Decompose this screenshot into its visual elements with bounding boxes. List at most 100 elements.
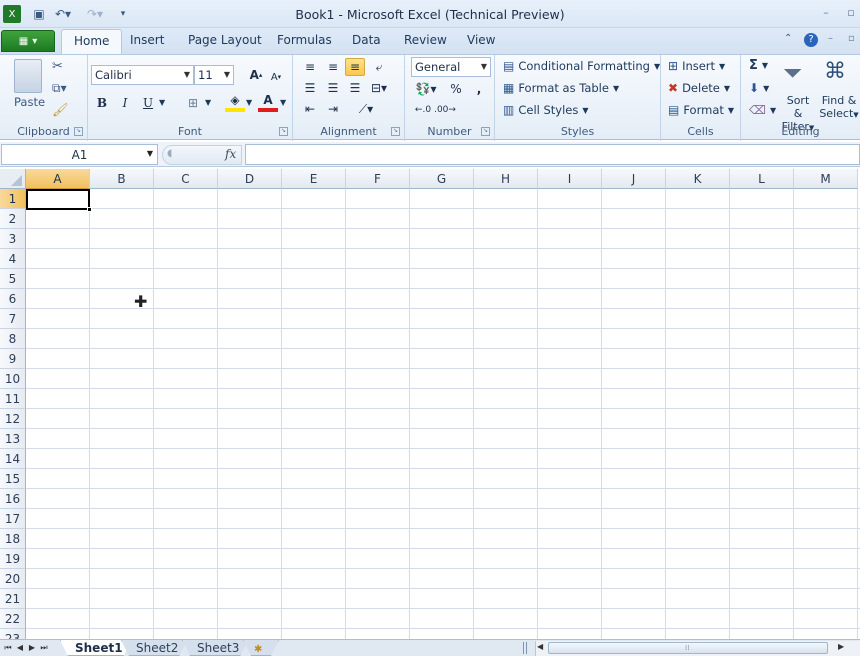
clipboard-launcher-icon[interactable]: ↘ xyxy=(74,127,83,136)
align-right-icon[interactable]: ☰ xyxy=(345,79,365,97)
row-header-8[interactable]: 8 xyxy=(0,329,26,349)
row-header-20[interactable]: 20 xyxy=(0,569,26,589)
minimize-icon[interactable]: – xyxy=(820,7,832,20)
column-header-m[interactable]: M xyxy=(794,169,858,189)
font-color-dropdown-icon[interactable]: ▼ xyxy=(280,98,286,107)
insert-sheet-button[interactable]: ✱ xyxy=(243,640,279,656)
format-cells-button[interactable]: ▤ Format ▼ xyxy=(668,103,734,117)
row-header-15[interactable]: 15 xyxy=(0,469,26,489)
column-header-f[interactable]: F xyxy=(346,169,410,189)
row-header-17[interactable]: 17 xyxy=(0,509,26,529)
row-header-3[interactable]: 3 xyxy=(0,229,26,249)
percent-style-button[interactable]: % xyxy=(446,80,466,98)
next-sheet-icon[interactable]: ▶ xyxy=(26,642,38,654)
row-header-5[interactable]: 5 xyxy=(0,269,26,289)
row-header-23[interactable]: 23 xyxy=(0,629,26,639)
clear-button[interactable]: ⌫ ▼ xyxy=(749,103,776,117)
column-header-d[interactable]: D xyxy=(218,169,282,189)
scroll-right-icon[interactable]: ▶ xyxy=(838,642,844,651)
increase-indent-icon[interactable]: ⇥ xyxy=(323,100,343,118)
formula-input[interactable] xyxy=(245,144,860,165)
workbook-restore-icon[interactable]: ▫ xyxy=(848,33,855,44)
tab-view[interactable]: View xyxy=(467,33,495,47)
column-header-h[interactable]: H xyxy=(474,169,538,189)
underline-button[interactable]: U xyxy=(138,94,158,112)
paste-button[interactable]: Paste xyxy=(14,95,45,109)
row-header-10[interactable]: 10 xyxy=(0,369,26,389)
find-select-button[interactable]: Find & Select▼ xyxy=(819,94,859,122)
binoculars-icon[interactable]: ⌘ xyxy=(824,59,846,84)
bottom-align-icon[interactable]: ≡ xyxy=(345,58,365,76)
tab-data[interactable]: Data xyxy=(352,33,381,47)
borders-dropdown-icon[interactable]: ▼ xyxy=(205,98,211,107)
column-header-g[interactable]: G xyxy=(410,169,474,189)
top-align-icon[interactable]: ≡ xyxy=(300,58,320,76)
row-header-18[interactable]: 18 xyxy=(0,529,26,549)
row-header-16[interactable]: 16 xyxy=(0,489,26,509)
sheet-tab-sheet1[interactable]: Sheet1 xyxy=(60,640,132,656)
row-header-1[interactable]: 1 xyxy=(0,189,26,209)
column-header-c[interactable]: C xyxy=(154,169,218,189)
last-sheet-icon[interactable]: ⏭ xyxy=(38,642,50,654)
column-header-b[interactable]: B xyxy=(90,169,154,189)
font-color-button[interactable]: A xyxy=(258,92,278,112)
horizontal-scrollbar[interactable]: ◀ ⁞⁞ ▶ xyxy=(535,641,860,656)
column-header-l[interactable]: L xyxy=(730,169,794,189)
number-format-box[interactable]: General ▼ xyxy=(411,57,491,77)
file-button[interactable]: ▦ ▾ xyxy=(1,30,55,52)
accounting-format-icon[interactable]: 💱▾ xyxy=(413,80,439,98)
tab-review[interactable]: Review xyxy=(404,33,447,47)
tab-formulas[interactable]: Formulas xyxy=(277,33,332,47)
fill-color-dropdown-icon[interactable]: ▼ xyxy=(246,98,252,107)
middle-align-icon[interactable]: ≡ xyxy=(323,58,343,76)
row-header-14[interactable]: 14 xyxy=(0,449,26,469)
align-center-icon[interactable]: ☰ xyxy=(323,79,343,97)
insert-function-button[interactable]: fx xyxy=(225,147,236,161)
grow-font-button[interactable]: A ▴ xyxy=(246,66,266,84)
wrap-text-icon[interactable]: ⤶ xyxy=(369,58,389,76)
scrollbar-thumb[interactable]: ⁞⁞ xyxy=(548,642,828,654)
tab-insert[interactable]: Insert xyxy=(130,33,164,47)
first-sheet-icon[interactable]: ⏮ xyxy=(2,642,14,654)
comma-style-button[interactable]: , xyxy=(469,80,489,98)
scroll-left-icon[interactable]: ◀ xyxy=(537,642,543,651)
column-header-a[interactable]: A xyxy=(26,169,90,189)
borders-icon[interactable]: ⊞ xyxy=(183,94,203,112)
row-header-22[interactable]: 22 xyxy=(0,609,26,629)
row-header-19[interactable]: 19 xyxy=(0,549,26,569)
align-left-icon[interactable]: ☰ xyxy=(300,79,320,97)
active-cell[interactable] xyxy=(26,189,90,210)
clipboard-icon[interactable] xyxy=(14,59,42,93)
select-all-corner[interactable] xyxy=(0,169,26,189)
copy-icon[interactable]: ⧉▾ xyxy=(52,81,67,96)
decrease-decimal-icon[interactable]: .00→ xyxy=(434,101,456,119)
expand-handle-icon[interactable]: ◖ xyxy=(167,148,172,159)
conditional-formatting-button[interactable]: ▤ Conditional Formatting ▼ xyxy=(503,59,660,73)
row-header-9[interactable]: 9 xyxy=(0,349,26,369)
delete-cells-button[interactable]: ✖ Delete ▼ xyxy=(668,81,730,95)
alignment-launcher-icon[interactable]: ↘ xyxy=(391,127,400,136)
insert-cells-button[interactable]: ⊞ Insert ▼ xyxy=(668,59,725,73)
shrink-font-button[interactable]: A ▾ xyxy=(266,68,286,86)
autosum-button[interactable]: Σ ▼ xyxy=(749,58,768,73)
row-header-7[interactable]: 7 xyxy=(0,309,26,329)
cell-styles-button[interactable]: ▥ Cell Styles ▼ xyxy=(503,103,589,117)
fill-color-icon[interactable]: ◈ xyxy=(225,92,245,112)
sort-filter-icon[interactable]: ⏷ xyxy=(783,59,802,87)
fill-button[interactable]: ⬇ ▼ xyxy=(749,81,769,95)
worksheet-grid[interactable]: ABCDEFGHIJKLM 1 2 3 4 5 6 7 8 9 10 11 12 13 14 15 16 17 1… xyxy=(0,169,860,639)
orientation-icon[interactable]: ⟋▾ xyxy=(353,100,379,118)
row-header-12[interactable]: 12 xyxy=(0,409,26,429)
sheet-tab-sheet3[interactable]: Sheet3 xyxy=(182,640,248,656)
tab-home[interactable]: Home xyxy=(61,29,123,55)
sheet-tab-sheet2[interactable]: Sheet2 xyxy=(121,640,187,656)
merge-center-icon[interactable]: ⊟▾ xyxy=(369,79,389,97)
cut-icon[interactable]: ✂ xyxy=(52,59,63,74)
row-header-2[interactable]: 2 xyxy=(0,209,26,229)
bold-button[interactable]: B xyxy=(92,94,112,112)
font-size-box[interactable]: 11 ▼ xyxy=(194,65,234,85)
restore-icon[interactable]: ▫ xyxy=(845,7,857,20)
number-launcher-icon[interactable]: ↘ xyxy=(481,127,490,136)
name-box[interactable]: A1 ▼ xyxy=(1,144,158,165)
row-header-13[interactable]: 13 xyxy=(0,429,26,449)
